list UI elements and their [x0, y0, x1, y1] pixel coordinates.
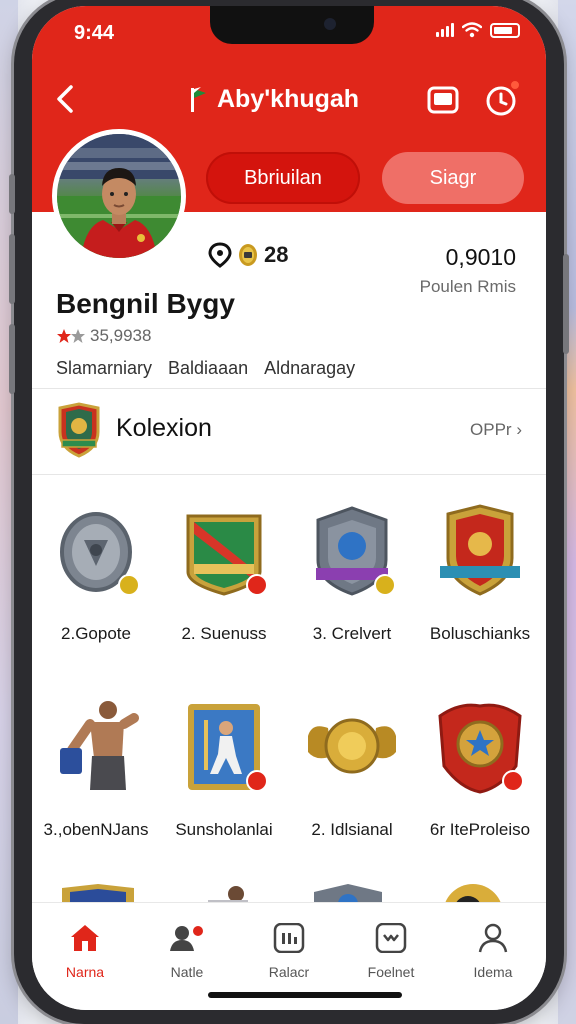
collection-header[interactable]: Kolexion OPPr ›	[32, 388, 546, 474]
mute-switch	[9, 174, 15, 214]
collection-title: Kolexion	[116, 414, 212, 442]
coin-icon	[239, 244, 257, 266]
nav-item-profile[interactable]: Idema	[448, 923, 538, 980]
nav-label: Idema	[473, 964, 513, 980]
collection-badge-icon	[58, 402, 100, 458]
collection-item[interactable]: 3. Crelvert	[288, 500, 416, 644]
nav-item-chat[interactable]: Foelnet	[346, 922, 436, 980]
collection-item[interactable]: 3.,obenNJans	[32, 696, 160, 840]
gold-helmet-icon	[308, 718, 396, 774]
points-summary: 0,9010 Poulen Rmis	[420, 244, 516, 297]
stats-count-value: 28	[264, 242, 289, 267]
player-name: Bengnil Bygy	[56, 288, 235, 319]
home-icon	[71, 925, 99, 951]
red-badge	[246, 770, 268, 792]
grid-icon	[273, 922, 305, 954]
signal-icon	[436, 23, 454, 37]
secondary-action-button[interactable]: Siagr	[382, 152, 524, 204]
battery-icon	[490, 22, 520, 38]
collection-item[interactable]: 2. Idlsianal	[288, 696, 416, 840]
friends-icon	[170, 926, 203, 951]
notifications-button[interactable]	[484, 80, 520, 118]
player-tags: Slamarniary Baldiaaan Aldnaragay	[56, 358, 355, 379]
coin-badge	[118, 574, 140, 596]
tag-3[interactable]: Aldnaragay	[264, 358, 355, 379]
phone-frame: 9:44 Aby'khugah Bbriuilan Siagr 28 0,901…	[9, 0, 569, 1024]
wifi-icon	[462, 22, 482, 38]
notification-dot	[510, 80, 520, 90]
nav-label: Ralacr	[268, 964, 310, 980]
tag-1[interactable]: Slamarniary	[56, 358, 152, 379]
coin-badge	[374, 574, 396, 596]
collection-item[interactable]: 2. Suenuss	[160, 500, 288, 644]
nav-item-home[interactable]: Narna	[40, 923, 130, 980]
red-badge	[246, 574, 268, 596]
collection-item-label: 2.Gopote	[61, 624, 131, 643]
nav-label: Narna	[65, 964, 105, 980]
athlete-figure-icon	[60, 701, 139, 790]
header-title: Aby'khugah	[217, 84, 360, 113]
collection-item[interactable]: Sunsholanlai	[160, 696, 288, 840]
collection-item-label: 2. Suenuss	[181, 624, 267, 643]
back-arrow-icon[interactable]	[54, 84, 76, 114]
app-title: Aby'khugah	[187, 84, 359, 114]
stats-count: 28	[208, 242, 288, 268]
app-screen: 9:44 Aby'khugah Bbriuilan Siagr 28 0,901…	[32, 6, 546, 1010]
rating-value: 35,9938	[90, 326, 152, 345]
collection-item-label: 2. Idlsianal	[311, 820, 393, 839]
primary-action-button[interactable]: Bbriuilan	[206, 152, 360, 204]
points-value: 0,9010	[445, 244, 516, 270]
status-icons	[436, 22, 520, 38]
collection-item-label: 6r IteProleiso	[429, 820, 531, 839]
collection-item-label: Sunsholanlai	[175, 820, 273, 839]
volume-up-button	[9, 234, 15, 304]
collection-item[interactable]: 2.Gopote	[32, 500, 160, 644]
nav-label: Foelnet	[367, 964, 415, 980]
collection-more-label: OPPr	[470, 420, 512, 439]
front-camera	[324, 18, 336, 30]
rating-stars-icon	[57, 329, 85, 343]
points-label: Poulen Rmis	[419, 277, 516, 296]
gallery-icon[interactable]	[426, 84, 460, 118]
power-button	[563, 254, 569, 354]
collection-item[interactable]: Boluschianks	[416, 500, 544, 644]
collection-item-label: 3. Crelvert	[312, 624, 392, 643]
red-crest-icon	[440, 504, 520, 596]
player-rating: 35,9938	[56, 326, 151, 346]
flag-logo-icon	[191, 87, 206, 112]
nav-item-grid[interactable]: Ralacr	[244, 922, 334, 980]
collection-item-label: 3.,obenNJans	[43, 820, 149, 839]
collection-more-link[interactable]: OPPr ›	[470, 420, 522, 440]
status-time: 9:44	[74, 22, 115, 44]
red-badge	[502, 770, 524, 792]
tag-2[interactable]: Baldiaaan	[168, 358, 248, 379]
location-pin-icon	[208, 242, 232, 268]
volume-down-button	[9, 324, 15, 394]
notch	[210, 6, 374, 44]
collection-item-label: Boluschianks	[429, 624, 531, 643]
nav-item-friends[interactable]: Natle	[142, 923, 232, 980]
section-divider-bottom	[32, 474, 546, 475]
home-indicator[interactable]	[208, 992, 402, 998]
profile-icon	[478, 923, 508, 953]
chat-icon	[375, 922, 407, 954]
player-photo	[57, 134, 181, 258]
nav-label: Natle	[170, 964, 204, 980]
avatar[interactable]	[52, 129, 186, 263]
collection-item[interactable]: 6r IteProleiso	[416, 696, 544, 840]
chevron-right-icon: ›	[516, 420, 522, 439]
